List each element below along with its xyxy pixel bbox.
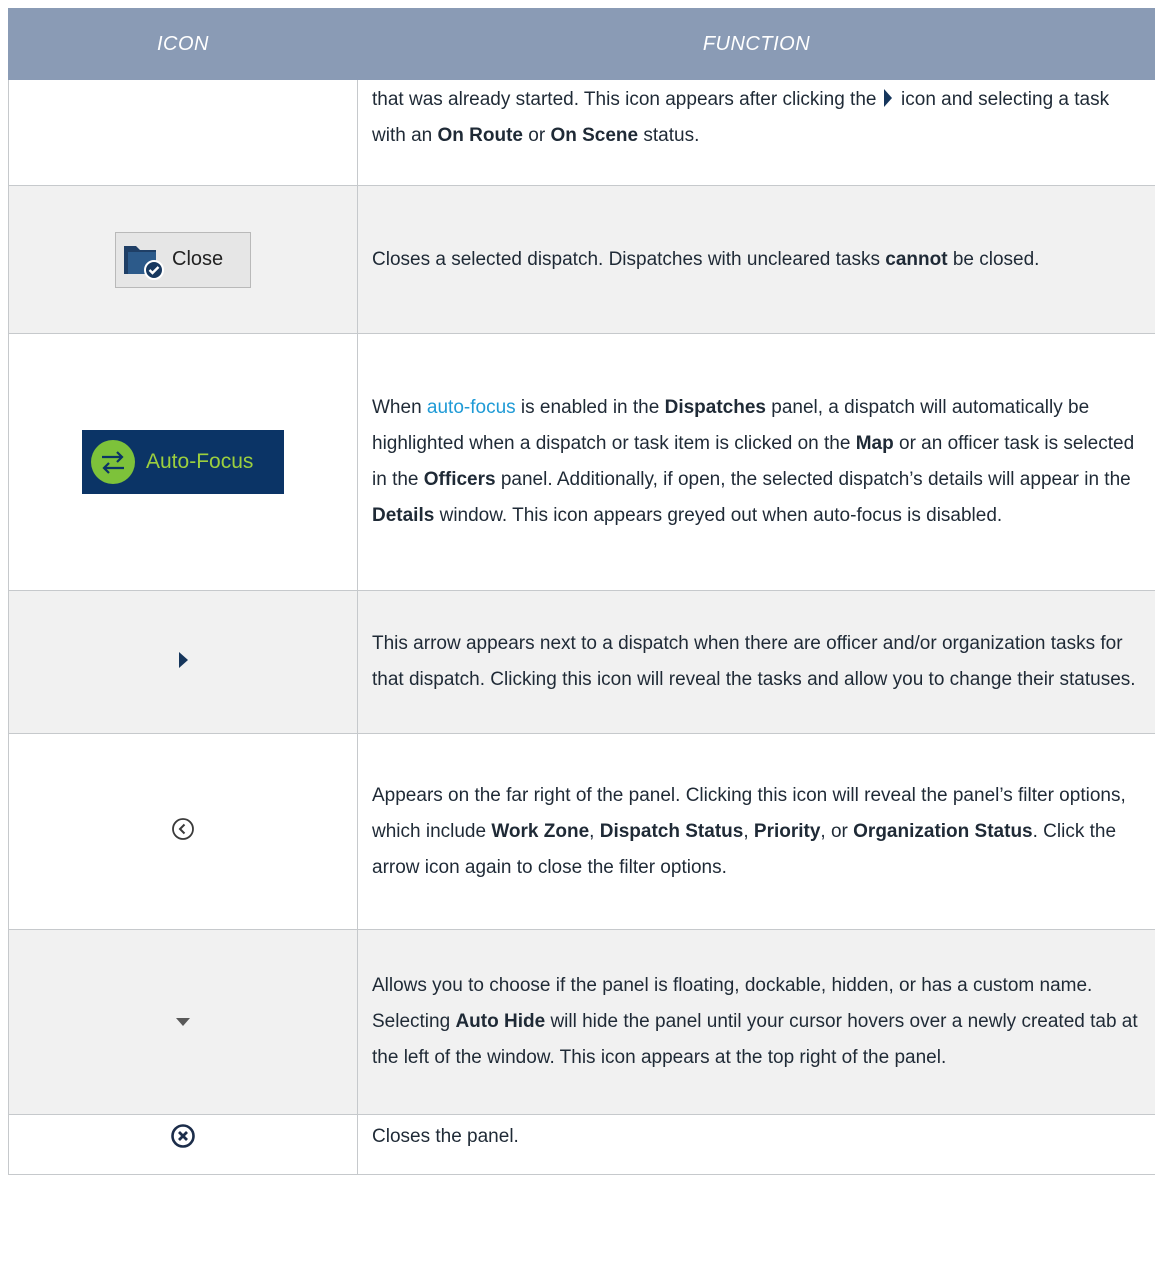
icon-cell bbox=[8, 929, 358, 1115]
function-text: panel. Additionally, if open, the select… bbox=[495, 469, 1131, 490]
dropdown-arrow-icon[interactable] bbox=[176, 1018, 190, 1026]
close-circle-icon[interactable] bbox=[170, 1123, 196, 1149]
auto-focus-button[interactable]: Auto-Focus bbox=[82, 430, 284, 494]
function-bold: On Route bbox=[437, 125, 523, 146]
icon-cell bbox=[8, 590, 358, 734]
function-cell: This arrow appears next to a dispatch wh… bbox=[357, 590, 1155, 734]
table-header-row: ICON FUNCTION bbox=[8, 8, 1155, 80]
function-bold: Dispatch Status bbox=[599, 820, 744, 842]
auto-focus-icon bbox=[91, 440, 135, 484]
table-row: Close Closes a selected dispatch. Dispat… bbox=[8, 185, 1155, 334]
function-text: , bbox=[743, 820, 754, 842]
table-row: that was already started. This icon appe… bbox=[8, 79, 1155, 186]
folder-check-icon bbox=[124, 245, 164, 280]
function-column-header: FUNCTION bbox=[357, 8, 1155, 80]
function-text: be closed. bbox=[947, 248, 1040, 270]
icon-function-table: ICON FUNCTION that was already started. … bbox=[8, 8, 1155, 1175]
function-text: , bbox=[589, 820, 600, 842]
icon-cell: Close bbox=[8, 185, 358, 334]
function-bold: On Scene bbox=[550, 125, 639, 146]
function-bold: Organization Status bbox=[853, 820, 1033, 842]
icon-column-header: ICON bbox=[8, 8, 358, 80]
table-row: This arrow appears next to a dispatch wh… bbox=[8, 590, 1155, 734]
close-dispatch-button[interactable]: Close bbox=[115, 231, 251, 288]
table-row: Appears on the far right of the panel. C… bbox=[8, 733, 1155, 930]
function-cell: Closes the panel. bbox=[357, 1114, 1155, 1175]
function-text: , or bbox=[820, 820, 854, 842]
table-row: Auto-Focus When auto-focus is enabled in… bbox=[8, 333, 1155, 591]
icon-cell-empty bbox=[8, 79, 358, 186]
expand-arrow-icon bbox=[883, 89, 892, 107]
function-bold: Officers bbox=[423, 469, 496, 490]
function-bold: Priority bbox=[753, 820, 821, 842]
function-text: that was already started. This icon appe… bbox=[372, 89, 882, 110]
close-button-label: Close bbox=[172, 248, 224, 270]
function-cell: Allows you to choose if the panel is flo… bbox=[357, 929, 1155, 1115]
icon-cell bbox=[8, 1114, 358, 1175]
function-bold: Map bbox=[855, 433, 894, 454]
function-text: Closes a selected dispatch. Dispatches w… bbox=[372, 248, 886, 270]
function-bold: cannot bbox=[885, 248, 948, 270]
function-text: or bbox=[522, 125, 551, 146]
icon-cell: Auto-Focus bbox=[8, 333, 358, 591]
function-cell: Closes a selected dispatch. Dispatches w… bbox=[357, 185, 1155, 334]
function-bold: Auto Hide bbox=[455, 1011, 546, 1032]
function-text: is enabled in the bbox=[515, 397, 665, 418]
function-text: status. bbox=[638, 125, 700, 146]
function-bold: Dispatches bbox=[664, 397, 766, 418]
auto-focus-label: Auto-Focus bbox=[146, 450, 254, 473]
function-bold: Work Zone bbox=[491, 820, 590, 842]
function-bold: Details bbox=[372, 505, 435, 526]
function-text: window. This icon appears greyed out whe… bbox=[434, 505, 1003, 526]
table-row: Allows you to choose if the panel is flo… bbox=[8, 929, 1155, 1115]
expand-arrow-icon[interactable] bbox=[178, 651, 188, 668]
function-cell: that was already started. This icon appe… bbox=[357, 79, 1155, 186]
function-text: This arrow appears next to a dispatch wh… bbox=[372, 633, 1136, 690]
function-text: When bbox=[372, 397, 427, 418]
chevron-left-circle-icon[interactable] bbox=[171, 817, 195, 841]
function-cell: Appears on the far right of the panel. C… bbox=[357, 733, 1155, 930]
function-text: Closes the panel. bbox=[372, 1126, 519, 1147]
table-row: Closes the panel. bbox=[8, 1114, 1155, 1175]
function-cell: When auto-focus is enabled in the Dispat… bbox=[357, 333, 1155, 591]
icon-cell bbox=[8, 733, 358, 930]
auto-focus-link[interactable]: auto-focus bbox=[427, 397, 516, 418]
